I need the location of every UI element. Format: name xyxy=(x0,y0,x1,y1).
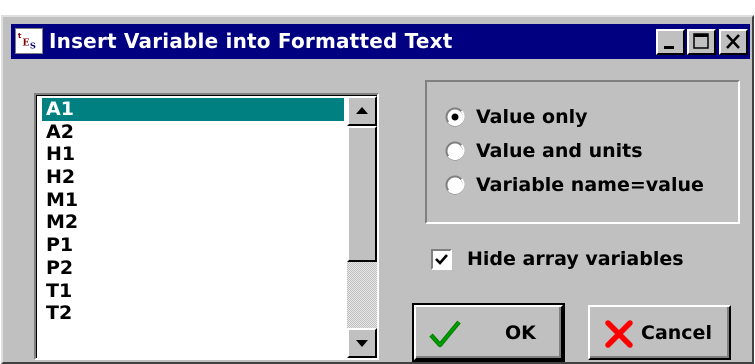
list-item[interactable]: M2 xyxy=(42,211,344,234)
close-icon xyxy=(726,34,740,49)
svg-text:S: S xyxy=(30,40,36,50)
close-button[interactable] xyxy=(719,29,748,55)
svg-text:E: E xyxy=(23,38,30,49)
list-item[interactable]: P2 xyxy=(42,257,344,280)
ees-app-icon[interactable]: t E S xyxy=(15,28,43,54)
maximize-icon xyxy=(693,33,709,49)
radio-unselected-icon[interactable] xyxy=(445,175,465,195)
red-x-icon xyxy=(602,318,636,350)
scroll-up-button[interactable] xyxy=(347,96,377,126)
list-item[interactable]: H2 xyxy=(42,166,344,189)
list-item[interactable]: T1 xyxy=(42,280,344,303)
list-item[interactable]: T2 xyxy=(42,302,344,325)
scroll-thumb[interactable] xyxy=(347,126,377,262)
radio-label: Value and units xyxy=(476,140,643,162)
maximize-button[interactable] xyxy=(687,29,716,55)
radio-label: Variable name=value xyxy=(476,174,704,196)
arrow-up-icon xyxy=(356,107,368,114)
svg-text:t: t xyxy=(18,31,22,40)
variable-listbox[interactable]: A1 A2 H1 H2 M1 M2 P1 P2 T1 T2 xyxy=(34,93,379,360)
list-item[interactable]: M1 xyxy=(42,189,344,212)
cancel-label: Cancel xyxy=(641,322,712,344)
arrow-down-icon xyxy=(356,340,368,347)
list-item[interactable]: H1 xyxy=(42,143,344,166)
window-title: Insert Variable into Formatted Text xyxy=(49,29,453,53)
list-item[interactable]: P1 xyxy=(42,234,344,257)
ok-button[interactable]: OK xyxy=(412,303,565,362)
minimize-button[interactable] xyxy=(656,29,685,55)
ok-label: OK xyxy=(505,322,536,344)
minimize-icon xyxy=(664,46,674,49)
scroll-down-button[interactable] xyxy=(347,328,377,358)
checkbox-checked-icon[interactable] xyxy=(431,249,452,270)
radio-unselected-icon[interactable] xyxy=(445,141,465,161)
checkmark-icon xyxy=(428,318,462,350)
list-item[interactable]: A1 xyxy=(42,98,344,121)
display-options-group: Value only Value and units Variable name… xyxy=(425,80,740,224)
radio-label: Value only xyxy=(476,106,588,128)
radio-selected-icon[interactable] xyxy=(445,107,465,127)
dialog-window: t E S Insert Variable into Formatted Tex… xyxy=(1,15,754,364)
list-item[interactable]: A2 xyxy=(42,121,344,144)
variable-list: A1 A2 H1 H2 M1 M2 P1 P2 T1 T2 xyxy=(42,98,344,325)
checkbox-label: Hide array variables xyxy=(467,248,684,270)
list-scrollbar[interactable] xyxy=(347,96,377,358)
title-bar[interactable]: t E S Insert Variable into Formatted Tex… xyxy=(11,24,750,59)
cancel-button[interactable]: Cancel xyxy=(588,305,731,360)
